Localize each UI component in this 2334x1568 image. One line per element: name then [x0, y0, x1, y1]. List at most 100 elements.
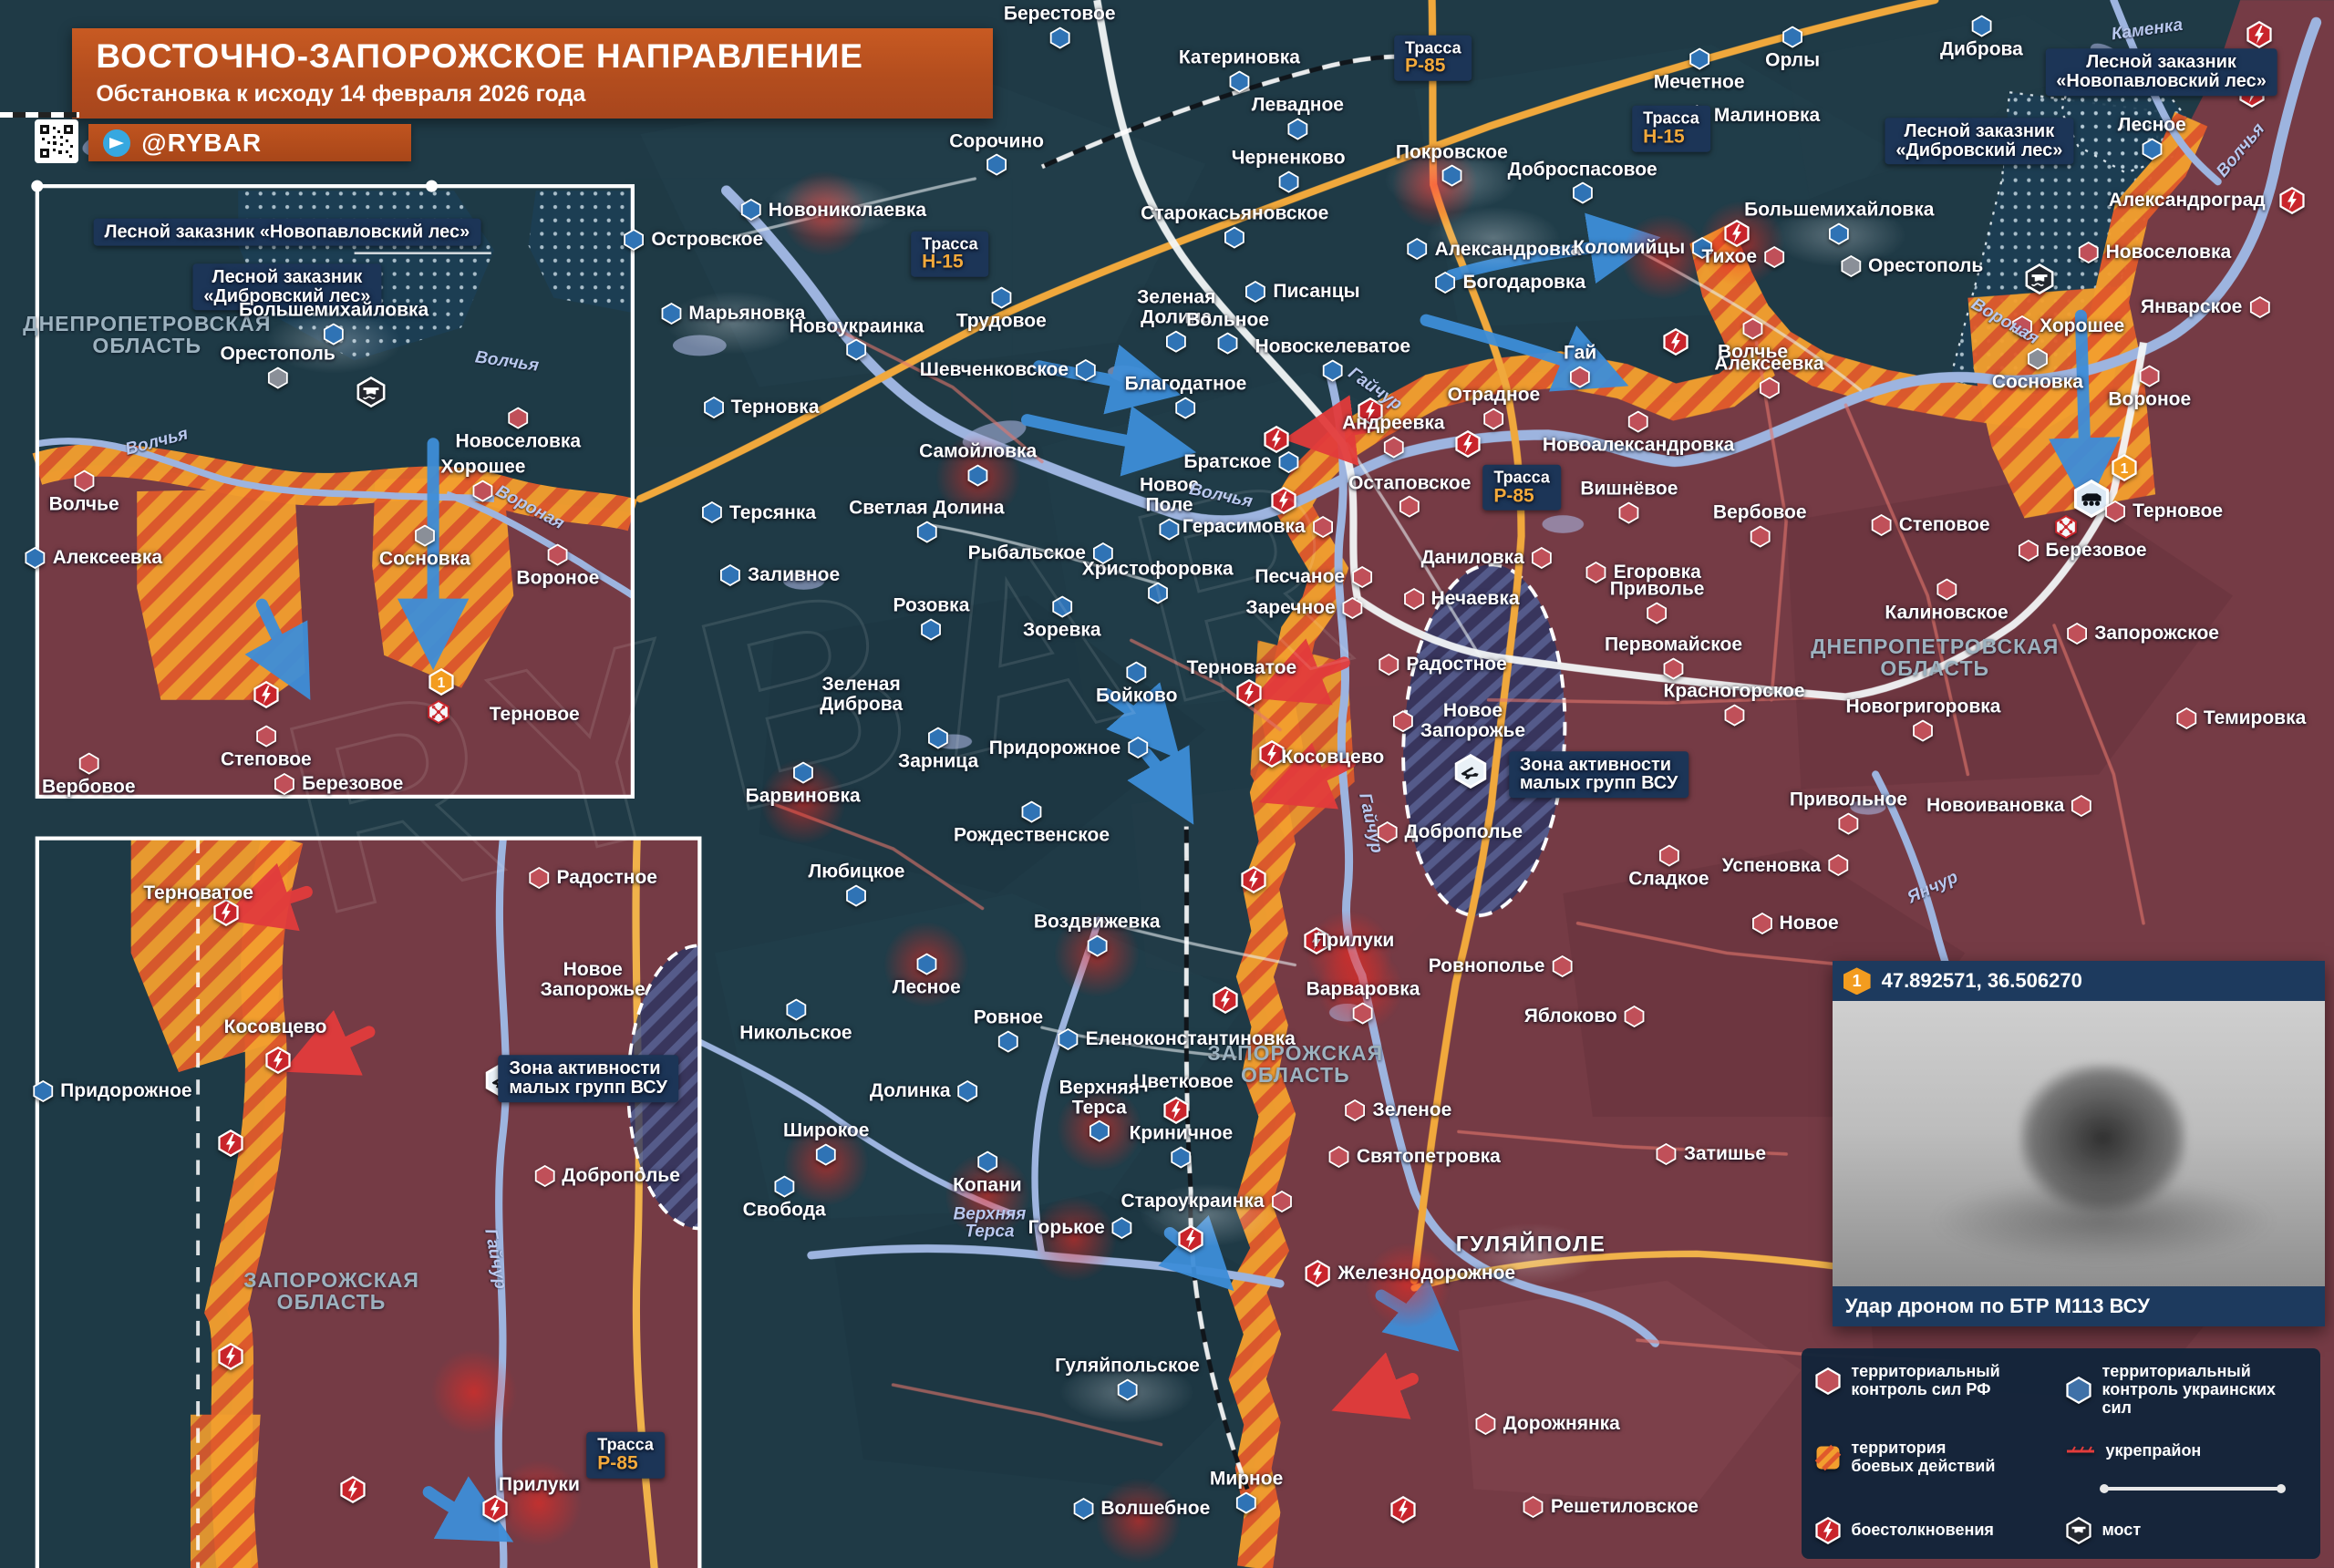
- label-text: Святопетровка: [1357, 1147, 1501, 1167]
- qr-code: [35, 119, 78, 163]
- clash-icon: [1662, 328, 1689, 356]
- telegram-icon: [103, 129, 130, 157]
- rf-settlement-marker-icon: [1912, 720, 1934, 742]
- ua-settlement-marker-icon: [1126, 661, 1148, 683]
- region-label-запорожская-область: ЗАПОРОЖСКАЯОБЛАСТЬ: [1207, 1043, 1383, 1087]
- ua-settlement-marker-icon: [1572, 182, 1594, 204]
- road-label-трасса-н-15: ТрассаН-15: [911, 231, 989, 277]
- forest-label-лесной-заказник-новопавловский-лес-: Лесной заказник«Новопавловский лес»: [2045, 48, 2277, 96]
- rf-settlement-marker-icon: [547, 543, 569, 565]
- label-text: Зеленое: [1373, 1100, 1452, 1120]
- settlement-label-дорожнянка: Дорожнянка: [1475, 1413, 1620, 1435]
- ua-settlement-marker-icon: [846, 339, 868, 361]
- neutral-settlement-marker-icon: [1840, 255, 1862, 277]
- label-text: Запорожье: [1420, 721, 1525, 741]
- label-text: Приволье: [1610, 580, 1705, 600]
- ua-settlement-marker-icon: [792, 762, 814, 784]
- settlement-label-трудовое: Трудовое: [956, 286, 1047, 331]
- settlement-label-барвиновка: Барвиновка: [746, 762, 861, 807]
- settlement-label-светлая-долина: Светлая Долина: [849, 499, 1004, 543]
- settlement-label-ровнополье: Ровнополье: [1429, 955, 1574, 977]
- label-text: Темировка: [2204, 708, 2306, 728]
- label-text: Красногорское: [1664, 682, 1805, 702]
- rf-settlement-marker-icon: [1403, 588, 1425, 610]
- river-label-волчья: Волчья: [473, 349, 539, 376]
- ua-settlement-marker-icon: [1407, 238, 1429, 260]
- label-text: Прилуки: [499, 1475, 580, 1495]
- rf-settlement-marker-icon: [1827, 854, 1849, 876]
- settlement-label-катериновка: Катериновка: [1179, 48, 1300, 93]
- legend-label: укрепрайон: [2105, 1442, 2201, 1460]
- settlement-label-рыбальское: Рыбальское: [968, 542, 1114, 564]
- label-text: Свобода: [743, 1201, 826, 1221]
- clash-icon: [1177, 1225, 1204, 1253]
- legend-label: боевых действий: [1851, 1458, 1995, 1476]
- label-text: Широкое: [783, 1120, 869, 1140]
- label-text: ГУЛЯЙПОЛЕ: [1456, 1233, 1606, 1256]
- label-text: Отрадное: [1448, 386, 1541, 406]
- map-title: ВОСТОЧНО-ЗАПОРОЖСКОЕ НАПРАВЛЕНИЕ: [96, 37, 968, 76]
- ua-settlement-marker-icon: [1127, 737, 1149, 758]
- label-text: Новое: [1780, 913, 1839, 934]
- label-text: Братское: [1183, 452, 1271, 472]
- label-text: Придорожное: [989, 738, 1121, 758]
- rf-settlement-marker-icon: [1399, 496, 1420, 518]
- label-text: Новоселовка: [456, 432, 582, 452]
- label-text: Большемихайловка: [239, 301, 429, 321]
- label-text: Хорошее: [2040, 316, 2124, 336]
- label-text: Трасса: [1493, 469, 1550, 487]
- label-text: Радостное: [1406, 655, 1506, 675]
- label-text: Вороная: [492, 482, 566, 533]
- label-text: Варваровка: [1306, 980, 1420, 1000]
- legend-label: территориальный: [2102, 1363, 2307, 1381]
- label-text: Хорошее: [440, 458, 525, 478]
- settlement-label-нечаевка: Нечаевка: [1403, 588, 1520, 610]
- settlement-label-новоселовка: Новоселовка: [2078, 242, 2232, 263]
- label-text: Никольское: [739, 1023, 852, 1043]
- label-text: Коломийцы: [1573, 238, 1685, 258]
- settlement-label-гай: Гай: [1564, 343, 1596, 387]
- label-text: Зоревка: [1023, 620, 1101, 640]
- legend-label: контроль украинских сил: [2102, 1381, 2307, 1418]
- rf-settlement-marker-icon: [529, 867, 551, 889]
- settlement-label-криничное: Криничное: [1130, 1124, 1234, 1169]
- label-text: Придорожное: [60, 1081, 191, 1101]
- ua-settlement-marker-icon: [915, 953, 937, 975]
- settlement-label-орестополь: Орестополь: [220, 345, 335, 389]
- label-text: Терновое: [490, 705, 580, 725]
- ua-settlement-marker-icon: [976, 1150, 998, 1172]
- label-text: Сорочино: [949, 131, 1044, 151]
- settlement-label-яблоково: Яблоково: [1524, 1006, 1646, 1027]
- settlement-label-большемихайловка: Большемихайловка: [1744, 201, 1934, 245]
- numbered-marker-icon: 1: [428, 668, 455, 696]
- clash-icon: [481, 1495, 509, 1522]
- map-subtitle: Обстановка к исходу 14 февраля 2026 года: [96, 81, 968, 108]
- ua-settlement-marker-icon: [1781, 26, 1803, 48]
- settlement-label-степовое: Степовое: [221, 726, 312, 770]
- ua-settlement-marker-icon: [623, 229, 645, 251]
- settlement-label-прилуки: Прилуки: [1313, 931, 1394, 951]
- settlement-label-терсянка: Терсянка: [701, 501, 816, 523]
- ua-settlement-marker-icon: [2141, 139, 2163, 160]
- smoke-blob: [1931, 1178, 2276, 1264]
- ua-settlement-marker-icon: [1116, 1378, 1138, 1400]
- settlement-label-сосновка: Сосновка: [1992, 347, 2083, 392]
- rf-settlement-marker-icon: [1936, 578, 1957, 600]
- telegram-badge[interactable]: @RYBAR: [88, 124, 411, 161]
- label-text: Успеновка: [1722, 856, 1821, 876]
- label-text: ОБЛАСТЬ: [92, 335, 201, 357]
- clash-icon: [2278, 187, 2306, 214]
- ua-legend-icon: [2065, 1377, 2092, 1404]
- map-canvas[interactable]: 1 1 Берестовое Катериновка Орлы Мечетное…: [0, 0, 2334, 1568]
- ua-settlement-marker-icon: [1228, 71, 1250, 93]
- settlement-label-зеленая-диброва: ЗеленаяДиброва: [820, 675, 903, 715]
- road-label-трасса-р-85: ТрассаР-85: [586, 1432, 665, 1479]
- label-text: Косовцево: [224, 1017, 327, 1037]
- clash-icon: [264, 1047, 292, 1074]
- label-text: Новоукраинка: [790, 316, 924, 336]
- legend-item-br: мост: [2065, 1517, 2307, 1544]
- label-text: Терноватое: [1187, 658, 1297, 678]
- settlement-label-березовое: Березовое: [274, 773, 403, 795]
- legend-item-cz: территориябоевых действий: [1814, 1439, 2056, 1476]
- ua-settlement-marker-icon: [773, 1176, 795, 1198]
